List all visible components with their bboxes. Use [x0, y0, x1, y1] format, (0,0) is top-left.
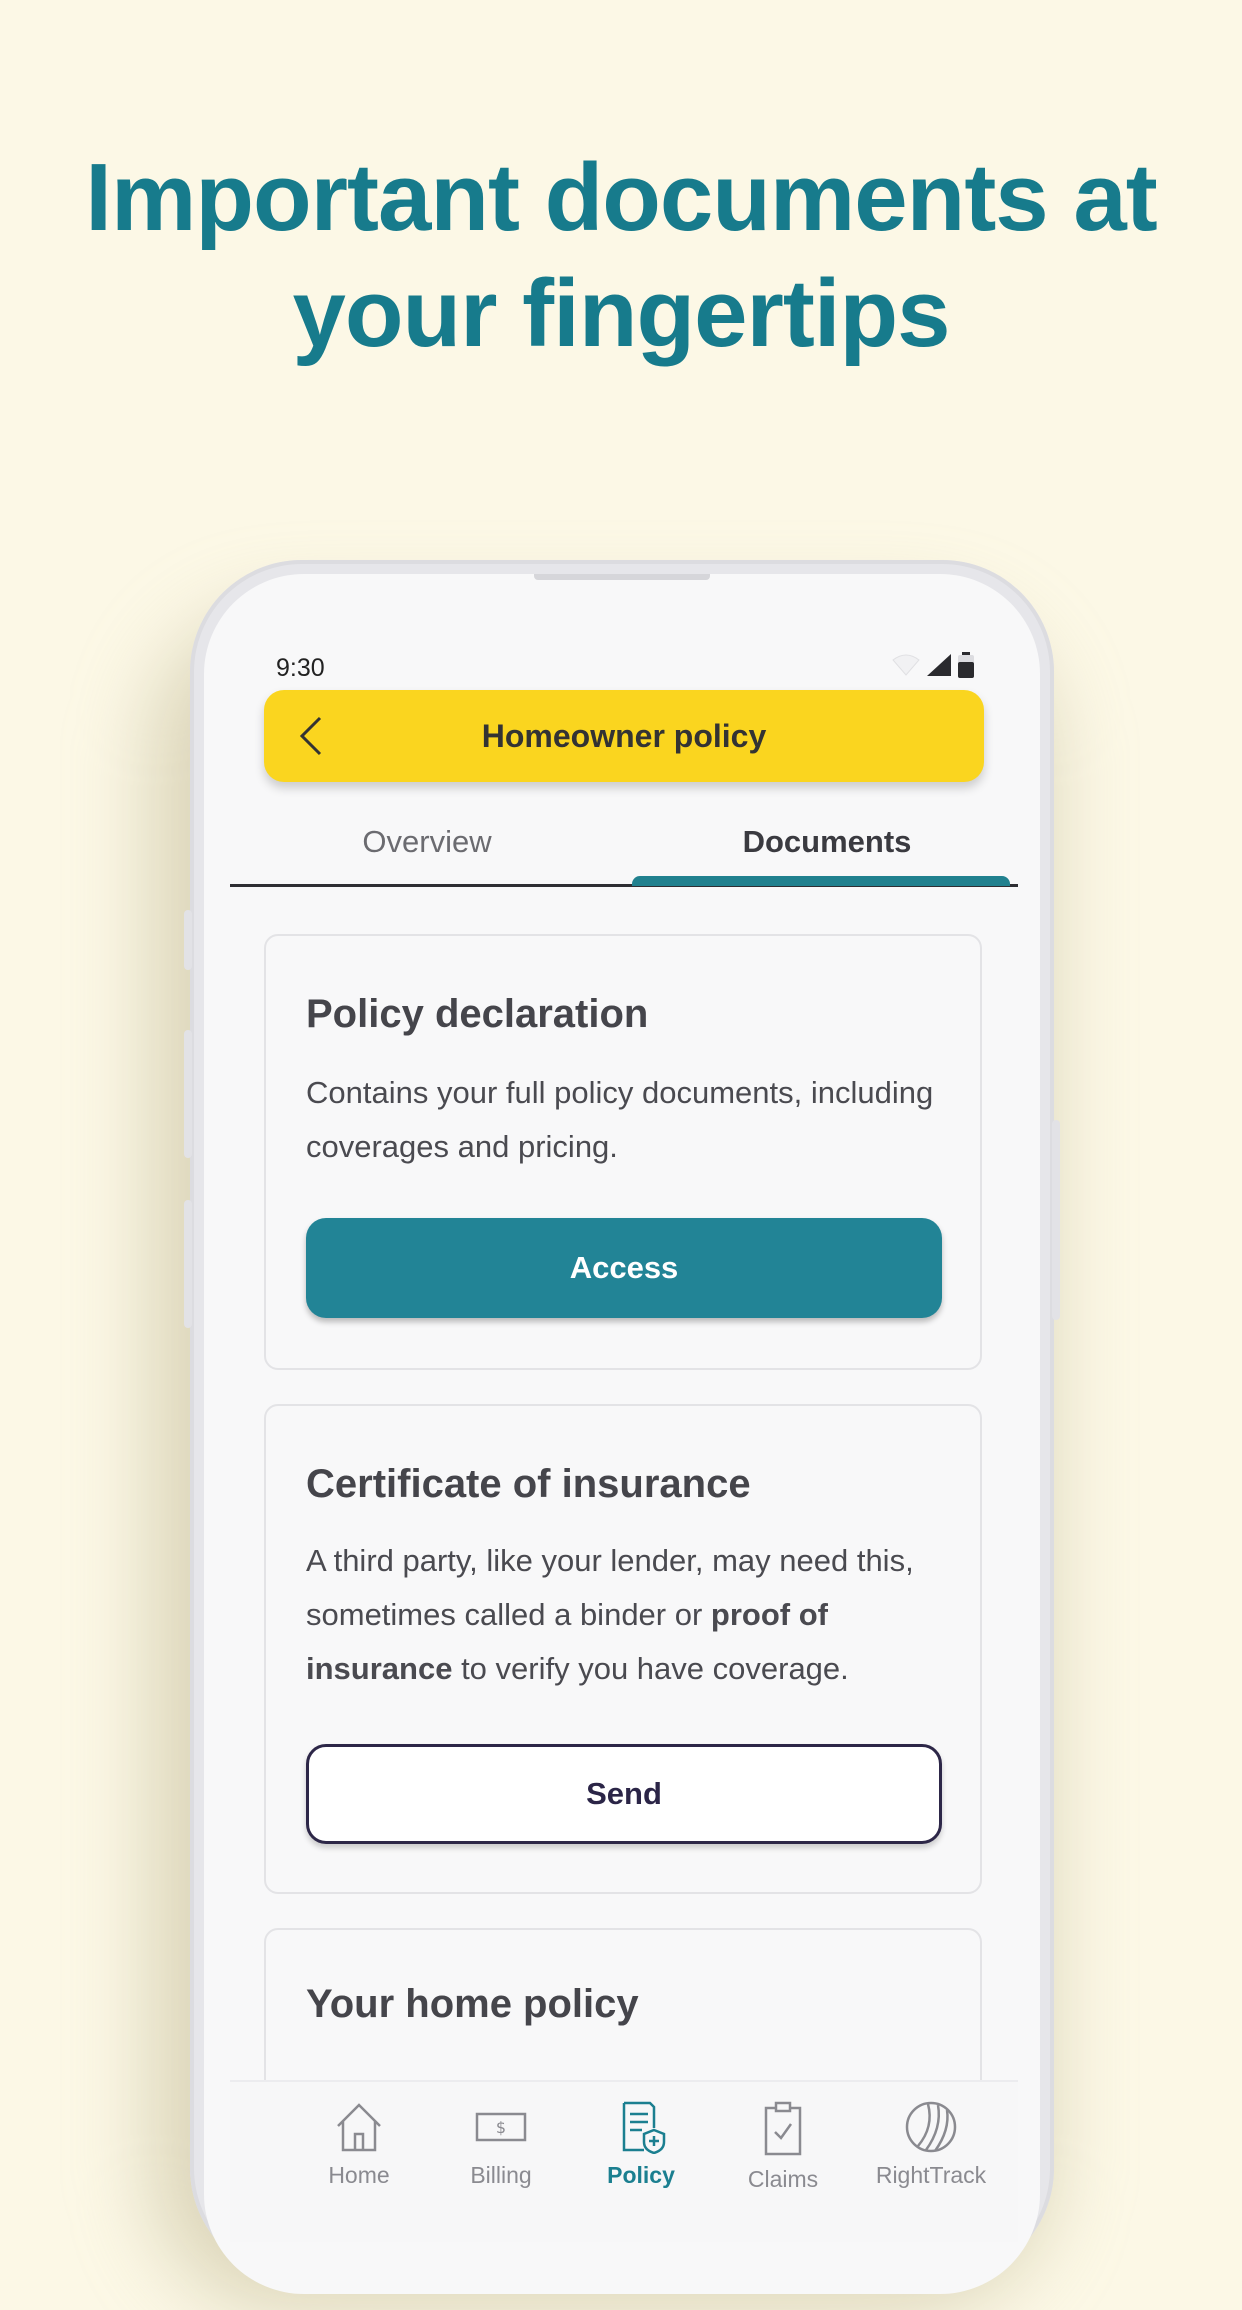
- tab-documents[interactable]: Documents: [630, 814, 1024, 876]
- nav-claims[interactable]: Claims: [708, 2100, 858, 2193]
- home-icon: [337, 2103, 381, 2152]
- app-bar: Homeowner policy: [264, 690, 984, 782]
- card-description: Contains your full policy documents, inc…: [306, 1075, 934, 1164]
- phone-side-button: [184, 1030, 192, 1158]
- phone-notch: [534, 574, 710, 580]
- nav-label: Policy: [607, 2162, 675, 2188]
- tab-selected-indicator: [632, 876, 1010, 886]
- card-title: Your home policy: [306, 1982, 639, 2026]
- wifi-icon: [892, 654, 920, 676]
- signal-icon: [927, 654, 951, 676]
- phone-frame: 9:30 Homeowner policy Overview Documents…: [184, 560, 1060, 2294]
- send-button[interactable]: Send: [306, 1744, 942, 1844]
- card-description: A third party, like your lender, may nee…: [306, 1534, 956, 1696]
- headline-line-2: your fingertips: [292, 260, 950, 367]
- phone-side-button: [184, 1200, 192, 1328]
- status-icons: [892, 652, 974, 678]
- nav-label: RightTrack: [875, 2162, 987, 2188]
- nav-billing[interactable]: $ Billing: [426, 2100, 576, 2189]
- phone-side-button: [1052, 1120, 1060, 1320]
- status-time: 9:30: [276, 654, 325, 682]
- certificate-of-insurance-card: Certificate of insurance A third party, …: [264, 1404, 982, 1894]
- bottom-navigation: Home $ Billing Policy Claims RightTrack: [230, 2080, 1018, 2242]
- nav-home[interactable]: Home: [284, 2100, 434, 2189]
- card-title: Policy declaration: [306, 992, 649, 1036]
- righttrack-icon: [905, 2101, 957, 2153]
- policy-declaration-card: Policy declaration Contains your full po…: [264, 934, 982, 1370]
- battery-icon: [958, 652, 974, 678]
- page-title: Homeowner policy: [481, 718, 767, 754]
- tab-overview[interactable]: Overview: [230, 814, 624, 876]
- access-button[interactable]: Access: [306, 1218, 942, 1318]
- card-description-text-end: to verify you have coverage.: [452, 1651, 849, 1686]
- tab-bar: Overview Documents: [230, 814, 1018, 890]
- headline-line-1: Important documents at: [85, 144, 1157, 251]
- nav-label: Home: [328, 2162, 390, 2188]
- nav-righttrack[interactable]: RightTrack: [856, 2100, 1006, 2189]
- nav-policy[interactable]: Policy: [566, 2100, 716, 2189]
- headline: Important documents at your fingertips: [0, 140, 1242, 372]
- card-title: Certificate of insurance: [306, 1462, 751, 1506]
- nav-label: Claims: [747, 2166, 819, 2192]
- nav-label: Billing: [470, 2162, 532, 2188]
- billing-icon: $: [475, 2112, 527, 2142]
- svg-text:$: $: [496, 2118, 506, 2137]
- phone-side-button: [184, 910, 192, 970]
- claims-icon: [764, 2101, 802, 2156]
- policy-icon: [622, 2101, 666, 2154]
- phone-screen: 9:30 Homeowner policy Overview Documents…: [204, 574, 1040, 2294]
